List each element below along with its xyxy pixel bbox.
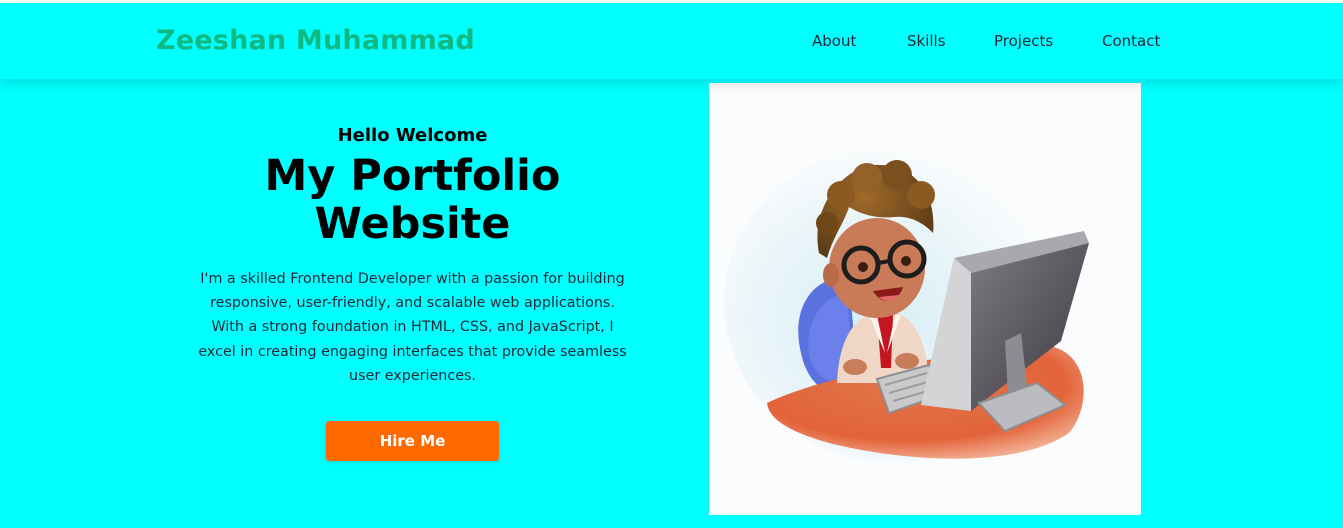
hire-me-button[interactable]: Hire Me	[326, 421, 499, 461]
navbar: Zeeshan Muhammad About Skills Projects C…	[0, 3, 1343, 79]
hero-description: I'm a skilled Frontend Developer with a …	[198, 271, 627, 384]
hero-title-line-1: My Portfolio	[264, 151, 561, 201]
nav-link-skills[interactable]: Skills	[907, 32, 946, 50]
brand-logo[interactable]: Zeeshan Muhammad	[156, 25, 475, 56]
developer-illustration-icon	[709, 83, 1141, 515]
hero-image	[709, 83, 1141, 515]
nav-link-contact[interactable]: Contact	[1102, 32, 1160, 50]
nav-link-about[interactable]: About	[812, 32, 856, 50]
hero-title-line-2: Website	[314, 199, 511, 249]
hero-title: My Portfolio Website	[190, 152, 635, 248]
hero-text: Hello Welcome My Portfolio Website I'm a…	[190, 122, 635, 388]
nav-link-projects[interactable]: Projects	[994, 32, 1053, 50]
hero-greeting: Hello Welcome	[337, 125, 488, 146]
page: Zeeshan Muhammad About Skills Projects C…	[0, 0, 1343, 528]
